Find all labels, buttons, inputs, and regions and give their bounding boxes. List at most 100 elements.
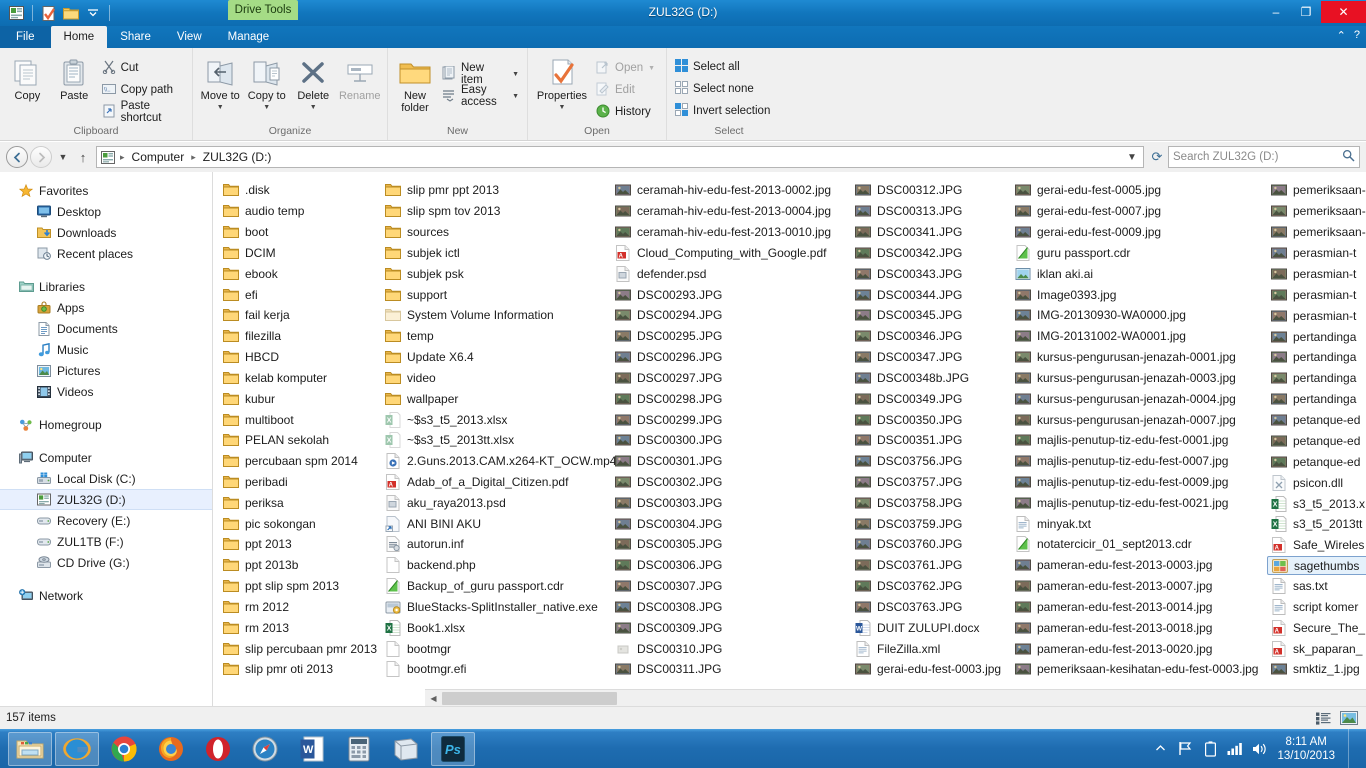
move-to-button[interactable]: Move to ▼	[197, 53, 244, 114]
file-list-item[interactable]: X Book1.xlsx	[381, 617, 611, 638]
sidebar-item-music[interactable]: Music	[0, 339, 212, 360]
taskbar-notes[interactable]	[384, 732, 428, 766]
file-list-item[interactable]: DSC00343.JPG	[851, 263, 1011, 284]
system-tray[interactable]: 8:11 AM 13/10/2013	[1152, 729, 1366, 768]
file-list-item[interactable]: DSC00297.JPG	[611, 367, 851, 388]
file-list-item[interactable]: DSC00306.JPG	[611, 555, 851, 576]
file-list-item[interactable]: DSC00309.JPG	[611, 617, 851, 638]
file-list-item[interactable]: sagethumbs	[1267, 555, 1366, 576]
computer-crumb-icon[interactable]	[99, 150, 117, 164]
refresh-button[interactable]: ⟳	[1148, 146, 1166, 168]
file-list-item[interactable]: DSC00310.JPG	[611, 638, 851, 659]
sidebar-item-local-disk-c[interactable]: Local Disk (C:)	[0, 468, 212, 489]
file-list-item[interactable]: video	[381, 367, 611, 388]
contextual-tab-drive-tools[interactable]: Drive Tools	[228, 0, 298, 20]
file-list-item[interactable]: DSC00307.JPG	[611, 576, 851, 597]
file-list-item[interactable]: ppt slip spm 2013	[219, 576, 381, 597]
file-list-item[interactable]: ceramah-hiv-edu-fest-2013-0004.jpg	[611, 201, 851, 222]
file-list-item[interactable]: DSC00312.JPG	[851, 180, 1011, 201]
file-list-item[interactable]: pameran-edu-fest-2013-0018.jpg	[1011, 617, 1267, 638]
file-list-item[interactable]: A Cloud_Computing_with_Google.pdf	[611, 242, 851, 263]
battery-icon[interactable]	[1202, 740, 1218, 757]
sidebar-item-apps[interactable]: Apps	[0, 297, 212, 318]
file-list-item[interactable]: IMG-20130930-WA0000.jpg	[1011, 305, 1267, 326]
file-list-item[interactable]: peribadi	[219, 472, 381, 493]
file-list-item[interactable]: DSC00344.JPG	[851, 284, 1011, 305]
sidebar-item-zul1tb-f[interactable]: ZUL1TB (F:)	[0, 531, 212, 552]
file-list-item[interactable]: DSC00345.JPG	[851, 305, 1011, 326]
file-list-item[interactable]: multiboot	[219, 409, 381, 430]
file-list-item[interactable]: DSC03761.JPG	[851, 555, 1011, 576]
sidebar-item-downloads[interactable]: Downloads	[0, 222, 212, 243]
file-list-item[interactable]: pemeriksaan-	[1267, 180, 1366, 201]
file-list-item[interactable]: DSC00349.JPG	[851, 388, 1011, 409]
crumb-separator-2[interactable]: ▸	[189, 152, 198, 163]
file-list-item[interactable]: ceramah-hiv-edu-fest-2013-0010.jpg	[611, 222, 851, 243]
file-list-item[interactable]: perasmian-t	[1267, 284, 1366, 305]
file-list-item[interactable]: Xs3_t5_2013tt	[1267, 514, 1366, 535]
select-none-button[interactable]: Select none	[671, 78, 774, 100]
file-list-item[interactable]: ebook	[219, 263, 381, 284]
file-list-item[interactable]: script komer	[1267, 596, 1366, 617]
close-button[interactable]: ✕	[1321, 1, 1366, 23]
address-history-dropdown[interactable]: ▼	[1123, 147, 1141, 167]
back-button[interactable]	[6, 146, 28, 168]
file-list-item[interactable]: kursus-pengurusan-jenazah-0001.jpg	[1011, 347, 1267, 368]
file-list-item[interactable]: majlis-penutup-tiz-edu-fest-0007.jpg	[1011, 451, 1267, 472]
file-list-item[interactable]: perasmian-t	[1267, 305, 1366, 326]
file-list-item[interactable]: pemeriksaan-kesihatan-edu-fest-0003.jpg	[1011, 659, 1267, 680]
file-list-item[interactable]: pic sokongan	[219, 513, 381, 534]
tab-share[interactable]: Share	[107, 26, 164, 48]
file-list-item[interactable]: System Volume Information	[381, 305, 611, 326]
sidebar-item-videos[interactable]: Videos	[0, 381, 212, 402]
search-icon[interactable]	[1342, 149, 1355, 165]
file-list-item[interactable]: DSC00301.JPG	[611, 451, 851, 472]
taskbar-internet-explorer[interactable]	[55, 731, 99, 766]
file-list-item[interactable]: DSC00308.JPG	[611, 597, 851, 618]
cut-button[interactable]: Cut	[98, 57, 188, 79]
file-list-item[interactable]: DSC00293.JPG	[611, 284, 851, 305]
file-list-item[interactable]: sources	[381, 222, 611, 243]
properties-icon[interactable]	[39, 3, 59, 23]
title-bar[interactable]: Drive Tools ZUL32G (D:) – ❐ ✕	[0, 0, 1366, 26]
file-list-item[interactable]: backend.php	[381, 555, 611, 576]
file-list-item[interactable]: fail kerja	[219, 305, 381, 326]
file-list-item[interactable]: slip pmr ppt 2013	[381, 180, 611, 201]
help-icon[interactable]: ?	[1354, 29, 1360, 42]
file-list-item[interactable]: slip pmr oti 2013	[219, 659, 381, 680]
view-buttons[interactable]	[1312, 709, 1360, 727]
file-list-item[interactable]: DSC00295.JPG	[611, 326, 851, 347]
file-list-item[interactable]: Image0393.jpg	[1011, 284, 1267, 305]
taskbar-safari[interactable]	[243, 732, 287, 766]
properties-button[interactable]: Properties ▼	[532, 53, 592, 114]
sidebar-item-recovery-e[interactable]: Recovery (E:)	[0, 510, 212, 531]
file-list-item[interactable]: DSC00311.JPG	[611, 659, 851, 680]
file-list-item[interactable]: petanque-ed	[1267, 431, 1366, 452]
file-list-item[interactable]: pameran-edu-fest-2013-0020.jpg	[1011, 638, 1267, 659]
navigation-pane[interactable]: Favorites Desktop Downloads Recent place…	[0, 172, 212, 706]
show-desktop-button[interactable]	[1348, 729, 1358, 768]
file-list-item[interactable]: DSC03756.JPG	[851, 451, 1011, 472]
file-list-pane[interactable]: .disk audio temp boot DCIM ebook efi fail kerj…	[212, 172, 1366, 706]
file-list-item[interactable]: DSC03760.JPG	[851, 534, 1011, 555]
file-list-item[interactable]: iklan aki.ai	[1011, 263, 1267, 284]
file-list-item[interactable]: pameran-edu-fest-2013-0003.jpg	[1011, 555, 1267, 576]
file-list-item[interactable]: notatercicir_01_sept2013.cdr	[1011, 534, 1267, 555]
file-list-item[interactable]: aku_raya2013.psd	[381, 492, 611, 513]
flag-icon[interactable]	[1177, 741, 1193, 756]
move-to-dropdown-icon[interactable]: ▼	[217, 102, 224, 114]
file-list-item[interactable]: subjek psk	[381, 263, 611, 284]
minimize-button[interactable]: –	[1261, 1, 1291, 23]
file-list-item[interactable]: pertandinga	[1267, 368, 1366, 389]
file-list-item[interactable]: DSC00313.JPG	[851, 201, 1011, 222]
file-list-item[interactable]: Update X6.4	[381, 347, 611, 368]
file-list-item[interactable]: filezilla	[219, 326, 381, 347]
taskbar-clock[interactable]: 8:11 AM 13/10/2013	[1277, 735, 1339, 763]
file-list-item[interactable]: pemeriksaan-	[1267, 222, 1366, 243]
breadcrumb-bar[interactable]: ▸ Computer ▸ ZUL32G (D:) ▼	[96, 146, 1144, 168]
properties-dropdown-icon[interactable]: ▼	[559, 102, 566, 114]
file-list-item[interactable]: pameran-edu-fest-2013-0007.jpg	[1011, 576, 1267, 597]
drive-icon[interactable]	[6, 3, 26, 23]
file-list-item[interactable]: DSC00296.JPG	[611, 347, 851, 368]
tab-home[interactable]: Home	[50, 26, 108, 48]
